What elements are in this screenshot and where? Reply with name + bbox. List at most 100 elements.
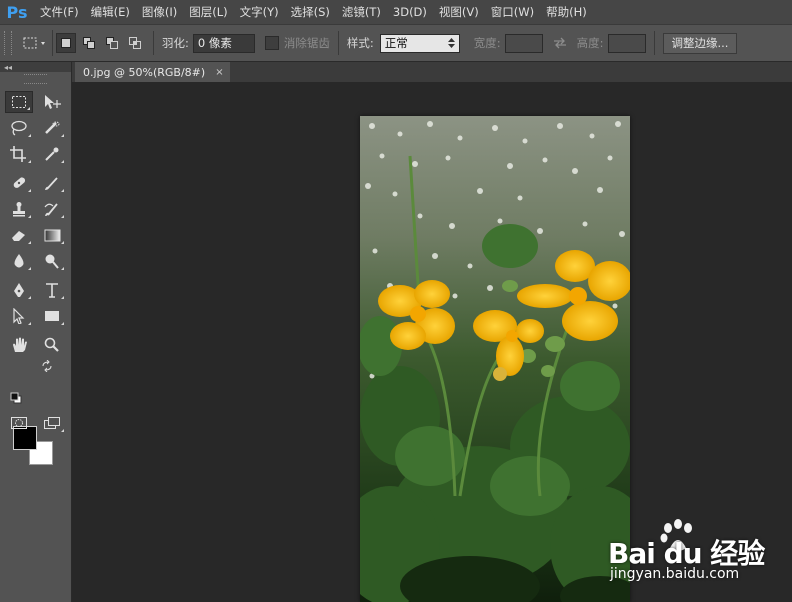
- style-select[interactable]: 正常: [379, 33, 460, 53]
- add-selection-button[interactable]: [79, 33, 99, 53]
- add-selection-icon: [83, 37, 95, 49]
- document-tab-title: 0.jpg @ 50%(RGB/8#): [83, 65, 206, 79]
- flower-photo: [360, 116, 630, 602]
- path-selection-tool[interactable]: [5, 305, 33, 327]
- close-icon[interactable]: ×: [215, 67, 223, 78]
- screen-mode-icon: [44, 417, 60, 429]
- menu-image[interactable]: 图像(I): [136, 0, 183, 24]
- menu-help[interactable]: 帮助(H): [540, 0, 593, 24]
- gradient-tool[interactable]: [38, 224, 66, 246]
- feather-label: 羽化:: [162, 36, 189, 50]
- swap-colors-button[interactable]: [36, 358, 58, 374]
- quick-selection-icon: [45, 121, 60, 134]
- menu-filter[interactable]: 滤镜(T): [336, 0, 387, 24]
- rect-marquee-icon: [12, 96, 26, 108]
- rect-marquee-tool[interactable]: [5, 91, 33, 113]
- menu-layer[interactable]: 图层(L): [183, 0, 233, 24]
- lasso-icon: [11, 120, 27, 136]
- menu-edit[interactable]: 编辑(E): [85, 0, 136, 24]
- height-label: 高度:: [576, 36, 604, 50]
- tools-collapse-button[interactable]: ◂◂: [0, 62, 71, 72]
- screen-mode-button[interactable]: [38, 412, 66, 434]
- water-drop-icon: [14, 254, 24, 268]
- options-divider: [153, 31, 154, 55]
- eyedropper-icon: [45, 147, 59, 161]
- collapse-icon: ◂◂: [4, 62, 13, 72]
- height-input[interactable]: [607, 33, 646, 53]
- document-tab[interactable]: 0.jpg @ 50%(RGB/8#) ×: [75, 62, 230, 82]
- swap-colors-icon: [42, 360, 52, 372]
- move-icon: [45, 95, 61, 109]
- crop-tool[interactable]: [5, 143, 33, 165]
- eyedropper-tool[interactable]: [38, 143, 66, 165]
- intersect-selection-button[interactable]: [125, 33, 145, 53]
- stamp-icon: [13, 202, 25, 217]
- menu-type[interactable]: 文字(Y): [234, 0, 285, 24]
- magnifier-icon: [44, 337, 59, 352]
- subtract-selection-button[interactable]: [102, 33, 122, 53]
- default-colors-icon: [10, 392, 22, 404]
- zoom-tool[interactable]: [38, 334, 66, 356]
- watermark-url: jingyan.baidu.com: [610, 566, 740, 582]
- intersect-selection-icon: [129, 37, 141, 49]
- options-divider: [337, 31, 339, 55]
- width-label: 宽度:: [473, 36, 501, 50]
- menu-window[interactable]: 窗口(W): [485, 0, 540, 24]
- tools-panel: ◂◂: [0, 62, 72, 602]
- style-label: 样式:: [346, 36, 374, 50]
- quick-selection-tool[interactable]: [38, 117, 66, 139]
- antialias-checkbox[interactable]: [264, 36, 279, 50]
- rectangle-tool[interactable]: [38, 305, 66, 327]
- history-brush-tool[interactable]: [38, 198, 66, 220]
- style-select-value: 正常: [384, 35, 408, 50]
- rect-marquee-icon: [23, 37, 45, 49]
- default-colors-button[interactable]: [7, 390, 25, 406]
- blur-tool[interactable]: [5, 250, 33, 272]
- brush-tool[interactable]: [38, 172, 66, 194]
- options-bar: 羽化: 0 像素 消除锯齿 样式: 正常 宽度: 高度: 调整边缘...: [0, 24, 792, 62]
- subtract-selection-icon: [106, 37, 118, 49]
- dodge-icon: [45, 254, 59, 269]
- quick-mask-icon: [11, 417, 27, 429]
- hand-tool[interactable]: [5, 334, 33, 356]
- tools-grip[interactable]: [24, 74, 47, 84]
- pen-tool[interactable]: [5, 279, 33, 301]
- new-selection-icon: [61, 38, 71, 48]
- options-bar-grip[interactable]: [4, 31, 12, 55]
- gradient-icon: [44, 229, 61, 242]
- rectangle-icon: [45, 311, 59, 321]
- updown-arrows-icon: [447, 38, 455, 48]
- pen-icon: [14, 283, 24, 297]
- baidu-watermark: Bai du 经验 jingyan.baidu.com: [600, 518, 790, 602]
- document-tab-strip: 0.jpg @ 50%(RGB/8#) ×: [72, 62, 792, 82]
- healing-brush-tool[interactable]: [5, 172, 33, 194]
- tool-preset-picker[interactable]: [18, 30, 53, 56]
- menu-file[interactable]: 文件(F): [34, 0, 85, 24]
- crop-icon: [10, 146, 26, 162]
- refine-edge-button[interactable]: 调整边缘...: [662, 32, 738, 54]
- menu-view[interactable]: 视图(V): [433, 0, 485, 24]
- options-divider: [653, 31, 655, 55]
- lasso-tool[interactable]: [5, 117, 33, 139]
- brush-icon: [45, 177, 58, 190]
- new-selection-button[interactable]: [56, 33, 76, 53]
- history-brush-icon: [44, 203, 58, 216]
- clone-stamp-tool[interactable]: [5, 198, 33, 220]
- hand-icon: [13, 337, 27, 352]
- arrow-cursor-icon: [13, 308, 25, 324]
- app-logo: Ps: [6, 2, 28, 22]
- document-image[interactable]: [360, 116, 630, 602]
- quick-mask-button[interactable]: [5, 412, 33, 434]
- eraser-tool[interactable]: [5, 224, 33, 246]
- width-input[interactable]: [504, 33, 543, 53]
- move-tool[interactable]: [38, 91, 66, 113]
- dodge-tool[interactable]: [38, 250, 66, 272]
- type-tool[interactable]: [38, 279, 66, 301]
- type-icon: [46, 283, 58, 298]
- bandage-icon: [13, 177, 26, 188]
- feather-input[interactable]: 0 像素: [192, 33, 255, 53]
- antialias-label: 消除锯齿: [283, 36, 330, 50]
- menu-3d[interactable]: 3D(D): [387, 0, 433, 24]
- menu-select[interactable]: 选择(S): [285, 0, 336, 24]
- swap-dimensions-button[interactable]: [543, 37, 577, 49]
